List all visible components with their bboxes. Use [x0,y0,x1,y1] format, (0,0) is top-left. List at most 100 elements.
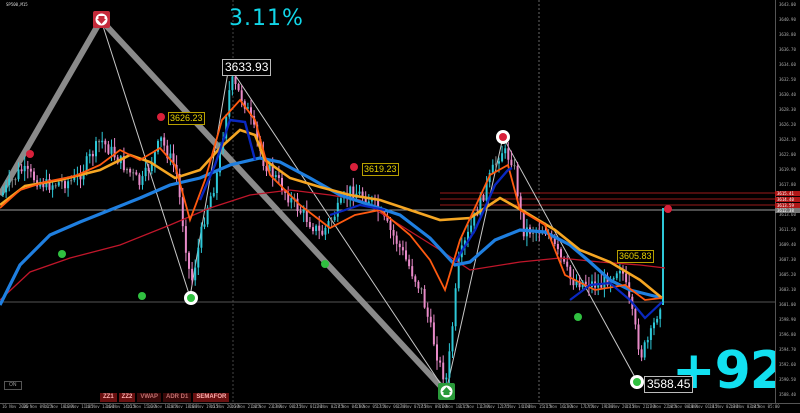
candle-body [414,276,417,282]
candle-body [516,165,519,197]
price-tick-label: 3643.00 [779,2,796,7]
candle-body [656,318,659,323]
price-tick-label: 3638.80 [779,32,796,37]
vwap-button[interactable]: VWAP [137,393,162,402]
candle-body [653,322,655,329]
candle-body [104,140,107,145]
candle-body [197,247,200,268]
candle-body [330,220,333,222]
candle-body [339,198,342,203]
candle-body [299,210,302,213]
candle-body [439,360,442,363]
candle-body [324,227,327,235]
price-tick-label: 3636.70 [779,47,796,52]
candle-body [625,273,628,283]
candle-body [26,165,29,169]
candle-body [513,165,516,167]
candle-body [147,167,150,172]
candle-body [33,171,35,181]
candle-body [191,268,194,281]
price-label-high: 3633.93 [222,59,272,76]
candle-body [504,148,507,154]
candle-body [70,180,73,182]
semafor-ring-low-core [633,378,641,386]
candle-body [163,137,166,146]
candle-body [23,165,26,172]
price-chart-canvas[interactable] [0,0,775,403]
candle-body [281,177,283,192]
candle-body [141,176,144,185]
candle-body [11,178,14,180]
candle-body [507,148,510,160]
candle-body [206,207,209,225]
zz1-button[interactable]: ZZ1 [100,393,117,402]
candle-body [231,76,234,91]
semafor-dot-green [58,250,66,258]
candle-body [60,181,63,183]
candle-body [153,151,156,164]
candle-body [646,339,649,343]
candle-body [57,182,60,186]
candle-body [91,153,94,157]
candle-body [423,288,426,308]
price-tick-label: 3628.30 [779,107,796,112]
candle-body [470,225,473,232]
candle-body [101,140,104,143]
candle-body [302,209,305,213]
candle-body [358,191,361,194]
candle-body [274,175,277,177]
candle-body [659,309,662,319]
candle-body [215,172,218,194]
candle-body [64,181,66,189]
candle-body [54,185,57,187]
price-axis[interactable]: 3643.00 3640.90 3638.80 3636.70 3634.60 3632.… [775,0,800,403]
candle-body [417,281,420,289]
candle-body [212,193,215,197]
candle-body [135,172,138,175]
candle-body [432,322,435,345]
price-tick-label: 3626.20 [779,122,796,127]
candle-body [634,308,637,325]
candle-body [454,288,457,327]
candle-body [85,156,88,172]
candle-body [318,225,321,231]
price-tick-label: 3619.90 [779,167,796,172]
candle-body [392,229,395,236]
candle-body [138,174,141,185]
candle-body [389,220,392,230]
candle-body [408,259,411,267]
candle-body [566,261,569,267]
candle-body [436,344,438,361]
candle-body [395,235,398,244]
price-tick-label: 3632.50 [779,77,796,82]
candle-body [649,328,652,340]
moving-average-navy [453,166,513,263]
semafor-dot-red [350,163,358,171]
semafor-ring-low-core [187,294,195,302]
zz2-button[interactable]: ZZ2 [118,393,136,402]
candle-body [308,221,311,228]
candle-body [491,164,494,173]
price-label-low: 3588.45 [644,376,694,393]
candle-body [532,232,535,234]
candle-body [510,159,513,166]
fractal-label: 3619.23 [362,163,399,176]
candle-body [429,316,432,323]
candle-body [169,153,172,159]
candle-body [333,216,336,221]
candle-body [240,90,243,102]
price-tick-label: 3640.90 [779,17,796,22]
semafor-dot-green [574,313,582,321]
candle-body [194,267,197,281]
candle-body [398,243,401,248]
candle-body [405,250,407,260]
adr-d1-button[interactable]: ADR D1 [163,393,192,402]
price-tick-label: 3590.50 [779,377,796,382]
candle-body [637,324,640,350]
candle-body [209,196,212,208]
candle-body [482,194,485,201]
candle-body [144,167,147,177]
semafor-button[interactable]: SEMAFOR [193,393,230,402]
on-button[interactable]: ON [4,381,22,390]
price-tick-label: 3617.80 [779,182,796,187]
